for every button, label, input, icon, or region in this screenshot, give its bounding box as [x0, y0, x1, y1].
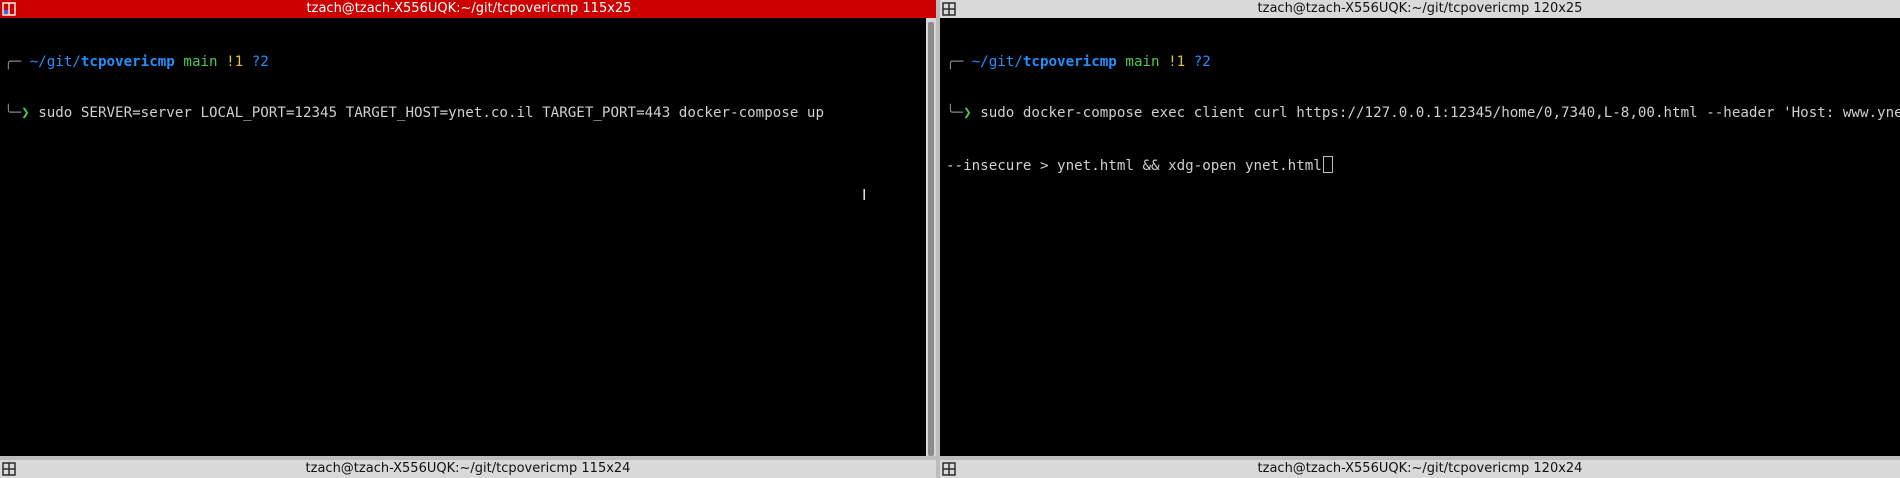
git-untracked-count: ?2 — [251, 54, 269, 70]
git-modified-count: !1 — [226, 54, 244, 70]
command-text-line2: --insecure > ynet.html && xdg-open ynet.… — [946, 158, 1322, 174]
prompt-path-repo: tcpovericmp — [80, 54, 175, 70]
terminal-top-right[interactable]: ╭─ ~/git/tcpovericmp main !1 ?2 ╰─❯ sudo… — [940, 18, 1900, 458]
pane-title: tzach@tzach-X556UQK:~/git/tcpovericmp 12… — [1257, 461, 1583, 476]
text-cursor — [1322, 156, 1333, 173]
command-line: ╰─❯ sudo SERVER=server LOCAL_PORT=12345 … — [4, 105, 926, 122]
git-untracked-count: ?2 — [1193, 54, 1211, 70]
git-modified-count: !1 — [1168, 54, 1186, 70]
pane-title: tzach@tzach-X556UQK:~/git/tcpovericmp 11… — [305, 461, 631, 476]
pane-titlebar-top-right[interactable]: tzach@tzach-X556UQK:~/git/tcpovericmp 12… — [940, 0, 1900, 18]
pane-title: tzach@tzach-X556UQK:~/git/tcpovericmp 11… — [306, 1, 632, 16]
prompt-path-prefix: ~/git/ — [29, 54, 81, 70]
prompt-path-prefix: ~/git/ — [971, 54, 1023, 70]
command-line: ╰─❯ sudo docker-compose exec client curl… — [946, 105, 1900, 122]
pane-titlebar-top-left[interactable]: tzach@tzach-X556UQK:~/git/tcpovericmp 11… — [0, 0, 938, 18]
pane-titlebar-bottom-right[interactable]: tzach@tzach-X556UQK:~/git/tcpovericmp 12… — [940, 460, 1900, 478]
prompt-frame-bottom: ╰─ — [4, 105, 22, 121]
text-ibeam-cursor: I — [862, 186, 867, 204]
split-icon[interactable] — [942, 2, 956, 16]
prompt-line: ╭─ ~/git/tcpovericmp main !1 ?2 — [946, 54, 1900, 71]
prompt-arrow: ❯ — [963, 105, 972, 121]
split-icon[interactable] — [2, 462, 16, 476]
prompt-frame-top: ╭─ — [946, 54, 964, 70]
git-branch: main — [183, 54, 218, 70]
command-line-wrap: --insecure > ynet.html && xdg-open ynet.… — [946, 156, 1900, 174]
command-text: sudo SERVER=server LOCAL_PORT=12345 TARG… — [38, 105, 825, 121]
scrollbar-top-left[interactable] — [928, 22, 934, 456]
prompt-frame-top: ╭─ — [4, 54, 22, 70]
prompt-frame-bottom: ╰─ — [946, 105, 964, 121]
split-icon[interactable] — [942, 462, 956, 476]
split-icon[interactable] — [2, 2, 16, 16]
pane-titlebar-bottom-left[interactable]: tzach@tzach-X556UQK:~/git/tcpovericmp 11… — [0, 460, 936, 478]
prompt-path-repo: tcpovericmp — [1022, 54, 1117, 70]
pane-title: tzach@tzach-X556UQK:~/git/tcpovericmp 12… — [1257, 1, 1583, 16]
git-branch: main — [1125, 54, 1160, 70]
terminator-window: tzach@tzach-X556UQK:~/git/tcpovericmp 11… — [0, 0, 1900, 478]
command-text-line1: sudo docker-compose exec client curl htt… — [980, 105, 1900, 121]
prompt-line: ╭─ ~/git/tcpovericmp main !1 ?2 — [4, 54, 926, 71]
terminal-top-left[interactable]: ╭─ ~/git/tcpovericmp main !1 ?2 ╰─❯ sudo… — [0, 18, 926, 458]
prompt-arrow: ❯ — [21, 105, 30, 121]
